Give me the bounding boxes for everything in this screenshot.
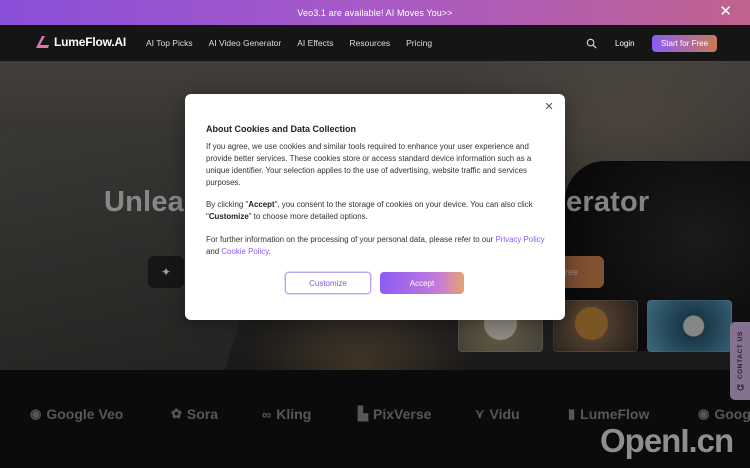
privacy-policy-link[interactable]: Privacy Policy <box>495 235 544 244</box>
customize-button[interactable]: Customize <box>285 272 371 294</box>
accept-button[interactable]: Accept <box>380 272 464 294</box>
menu-ai-video-generator[interactable]: AI Video Generator <box>209 38 282 48</box>
logo[interactable]: LumeFlow.AI <box>34 35 126 49</box>
menu-pricing[interactable]: Pricing <box>406 38 432 48</box>
dialog-paragraph-3: For further information on the processin… <box>206 235 545 256</box>
start-for-free-button[interactable]: Start for Free <box>652 35 717 52</box>
close-icon[interactable]: ✕ <box>543 101 555 113</box>
close-icon[interactable]: ✕ <box>719 4 732 19</box>
page: Veo3.1 are available! AI Moves You>> ✕ L… <box>0 0 750 468</box>
logo-text: LumeFlow.AI <box>54 35 127 49</box>
menu-resources[interactable]: Resources <box>349 38 390 48</box>
main-menu: AI Top Picks AI Video Generator AI Effec… <box>146 38 432 48</box>
menu-ai-effects[interactable]: AI Effects <box>297 38 333 48</box>
logo-icon <box>36 36 49 48</box>
dialog-paragraph-2: By clicking "Accept", you consent to the… <box>206 200 533 221</box>
announcement-text[interactable]: Veo3.1 are available! AI Moves You>> <box>297 8 452 18</box>
menu-ai-top-picks[interactable]: AI Top Picks <box>146 38 193 48</box>
dialog-title: About Cookies and Data Collection <box>206 124 357 134</box>
search-icon[interactable] <box>586 38 597 49</box>
top-nav: LumeFlow.AI AI Top Picks AI Video Genera… <box>0 25 750 61</box>
announcement-bar[interactable]: Veo3.1 are available! AI Moves You>> ✕ <box>0 0 750 25</box>
cookie-consent-dialog: ✕ About Cookies and Data Collection If y… <box>185 94 565 320</box>
dialog-paragraph-1: If you agree, we use cookies and similar… <box>206 142 532 187</box>
login-link[interactable]: Login <box>615 39 635 48</box>
cookie-policy-link[interactable]: Cookie Policy <box>221 247 268 256</box>
